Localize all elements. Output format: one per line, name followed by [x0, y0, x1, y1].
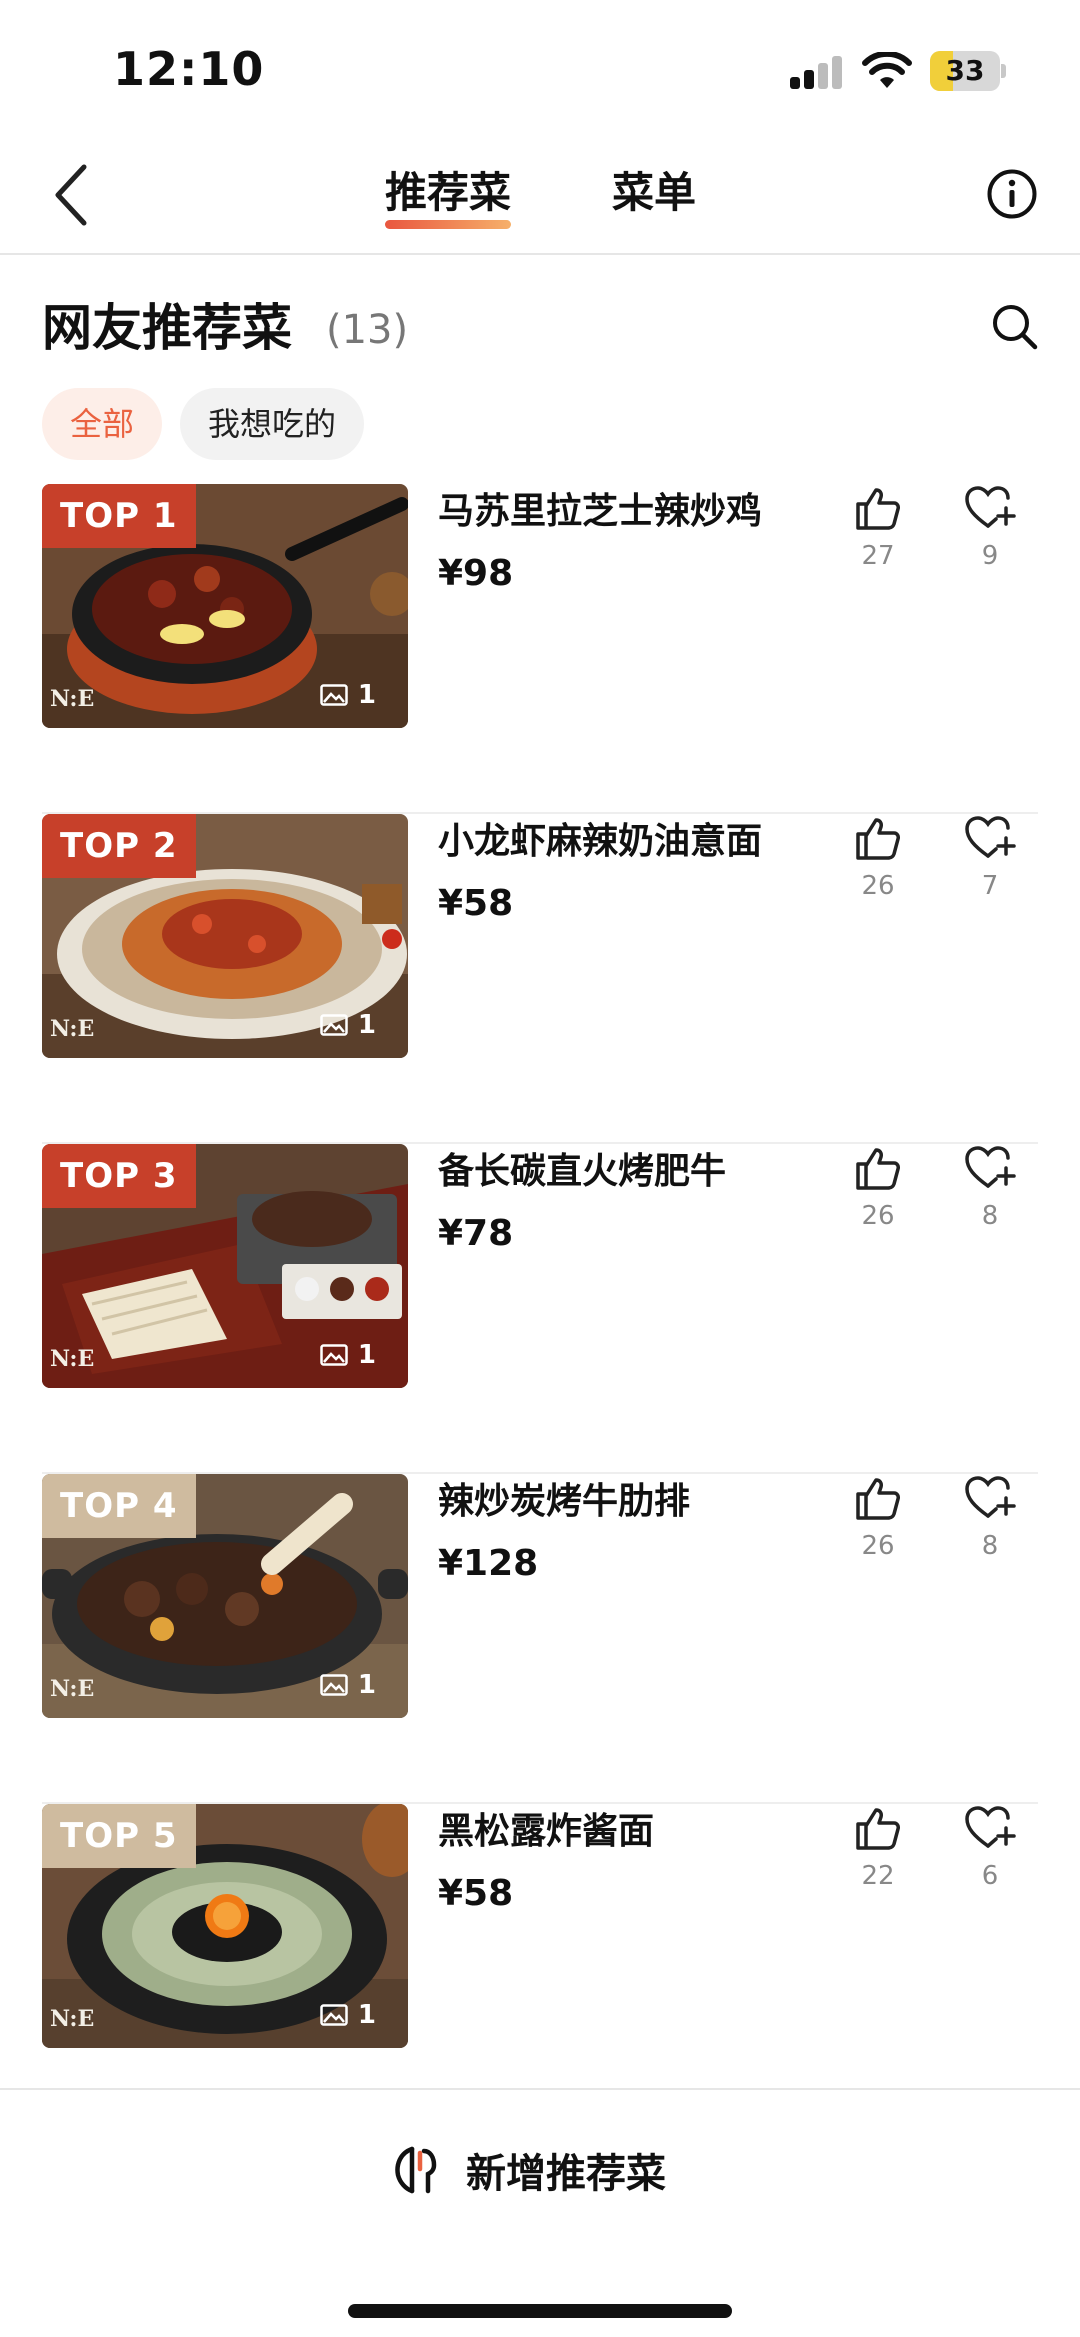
photo-count: 1 [320, 2000, 376, 2030]
heart-plus-icon [965, 1476, 1016, 1518]
image-icon [320, 684, 348, 706]
restaurant-logo: N:E [50, 2006, 95, 2032]
image-icon [320, 1344, 348, 1366]
dish-photo[interactable]: TOP 5 N:E 1 [42, 1804, 408, 2048]
thumbs-up-icon [856, 818, 900, 860]
like-button[interactable]: 22 [850, 1804, 906, 1894]
like-count: 22 [861, 1861, 895, 1891]
dish-price: ¥128 [438, 1543, 539, 1584]
rank-badge: TOP 1 [42, 484, 196, 548]
dish-item[interactable]: TOP 2 N:E 1 小龙虾麻辣奶油意面 ¥58 26 7 [0, 814, 1080, 1144]
tab-menu[interactable]: 菜单 [612, 163, 696, 223]
dish-photo[interactable]: TOP 2 N:E 1 [42, 814, 408, 1058]
tab-recommended-label: 推荐菜 [385, 168, 512, 217]
wifi-icon [862, 52, 912, 88]
home-indicator[interactable] [348, 2304, 732, 2318]
dish-price: ¥58 [438, 1873, 514, 1914]
heart-plus-icon [965, 1146, 1016, 1188]
favorite-button[interactable]: 9 [960, 484, 1020, 574]
thumbs-up-icon [856, 1148, 900, 1190]
favorite-count: 8 [981, 1531, 999, 1561]
section-count: (13) [326, 307, 409, 353]
dish-photo[interactable]: TOP 3 N:E 1 [42, 1144, 408, 1388]
like-button[interactable]: 26 [850, 814, 906, 904]
rank-badge: TOP 3 [42, 1144, 196, 1208]
photo-count-value: 1 [357, 680, 376, 710]
favorite-button[interactable]: 8 [960, 1474, 1020, 1564]
status-time: 12:10 [113, 42, 265, 96]
dish-price: ¥98 [438, 553, 514, 594]
like-count: 26 [861, 871, 895, 901]
bottom-action-bar: 新增推荐菜 [0, 2088, 1080, 2337]
restaurant-logo: N:E [50, 686, 95, 712]
add-recommended-dish-button[interactable]: 新增推荐菜 [390, 2132, 666, 2208]
filter-chip-all[interactable]: 全部 [42, 388, 163, 460]
dish-name: 马苏里拉芝士辣炒鸡 [438, 491, 763, 532]
dish-name: 辣炒炭烤牛肋排 [438, 1481, 691, 1522]
favorite-button[interactable]: 7 [960, 814, 1020, 904]
photo-count-value: 1 [357, 1340, 376, 1370]
filter-chip-want-to-eat[interactable]: 我想吃的 [180, 388, 365, 460]
favorite-count: 7 [981, 871, 999, 901]
nav-bar: 推荐菜 菜单 [0, 135, 1080, 255]
like-count: 26 [861, 1531, 895, 1561]
restaurant-logo: N:E [50, 1676, 95, 1702]
heart-plus-icon [965, 816, 1016, 858]
photo-count: 1 [320, 1340, 376, 1370]
thumbs-up-icon [856, 1808, 900, 1850]
photo-count: 1 [320, 1010, 376, 1040]
add-recommended-dish-label: 新增推荐菜 [466, 2151, 666, 2197]
rank-badge: TOP 5 [42, 1804, 196, 1868]
search-icon[interactable] [990, 302, 1040, 352]
like-button[interactable]: 26 [850, 1144, 906, 1234]
back-chevron-icon[interactable] [44, 155, 104, 235]
favorite-count: 8 [981, 1201, 999, 1231]
status-bar: 12:10 33 [0, 0, 1080, 135]
photo-count-value: 1 [357, 1010, 376, 1040]
battery-level: 33 [945, 54, 985, 87]
favorite-button[interactable]: 8 [960, 1144, 1020, 1234]
like-count: 27 [861, 541, 895, 571]
dish-photo[interactable]: TOP 4 N:E 1 [42, 1474, 408, 1718]
dish-price: ¥58 [438, 883, 514, 924]
dish-name: 小龙虾麻辣奶油意面 [438, 821, 763, 862]
like-count: 26 [861, 1201, 895, 1231]
dish-photo[interactable]: TOP 1 N:E 1 [42, 484, 408, 728]
photo-count-value: 1 [357, 2000, 376, 2030]
dish-price: ¥78 [438, 1213, 514, 1254]
photo-count: 1 [320, 680, 376, 710]
like-button[interactable]: 27 [850, 484, 906, 574]
dish-item[interactable]: TOP 5 N:E 1 黑松露炸酱面 ¥58 22 6 [0, 1804, 1080, 2134]
restaurant-logo: N:E [50, 1016, 95, 1042]
image-icon [320, 1014, 348, 1036]
favorite-count: 9 [981, 541, 999, 571]
rank-badge: TOP 2 [42, 814, 196, 878]
dish-item[interactable]: TOP 4 N:E 1 辣炒炭烤牛肋排 ¥128 26 8 [0, 1474, 1080, 1804]
heart-plus-icon [965, 486, 1016, 528]
dish-name: 黑松露炸酱面 [438, 1811, 655, 1852]
restaurant-logo: N:E [50, 1346, 95, 1372]
battery-icon: 33 [930, 51, 1006, 91]
favorite-count: 6 [981, 1861, 999, 1891]
thumbs-up-icon [856, 1478, 900, 1520]
dish-name: 备长碳直火烤肥牛 [438, 1151, 727, 1192]
image-icon [320, 1674, 348, 1696]
photo-count: 1 [320, 1670, 376, 1700]
image-icon [320, 2004, 348, 2026]
cellular-signal-icon [790, 56, 842, 89]
dish-item[interactable]: TOP 3 N:E 1 备长碳直火烤肥牛 ¥78 26 8 [0, 1144, 1080, 1474]
rank-badge: TOP 4 [42, 1474, 196, 1538]
utensils-icon [395, 2146, 437, 2194]
dish-item[interactable]: TOP 1 N:E 1 马苏里拉芝士辣炒鸡 ¥98 27 9 [0, 484, 1080, 814]
active-tab-underline [385, 220, 512, 229]
info-icon[interactable] [986, 168, 1038, 220]
tab-recommended[interactable]: 推荐菜 [385, 163, 512, 229]
like-button[interactable]: 26 [850, 1474, 906, 1564]
favorite-button[interactable]: 6 [960, 1804, 1020, 1894]
section-title: 网友推荐菜 [42, 299, 292, 357]
thumbs-up-icon [856, 488, 900, 530]
photo-count-value: 1 [357, 1670, 376, 1700]
tab-menu-label: 菜单 [612, 168, 697, 217]
heart-plus-icon [965, 1806, 1016, 1848]
